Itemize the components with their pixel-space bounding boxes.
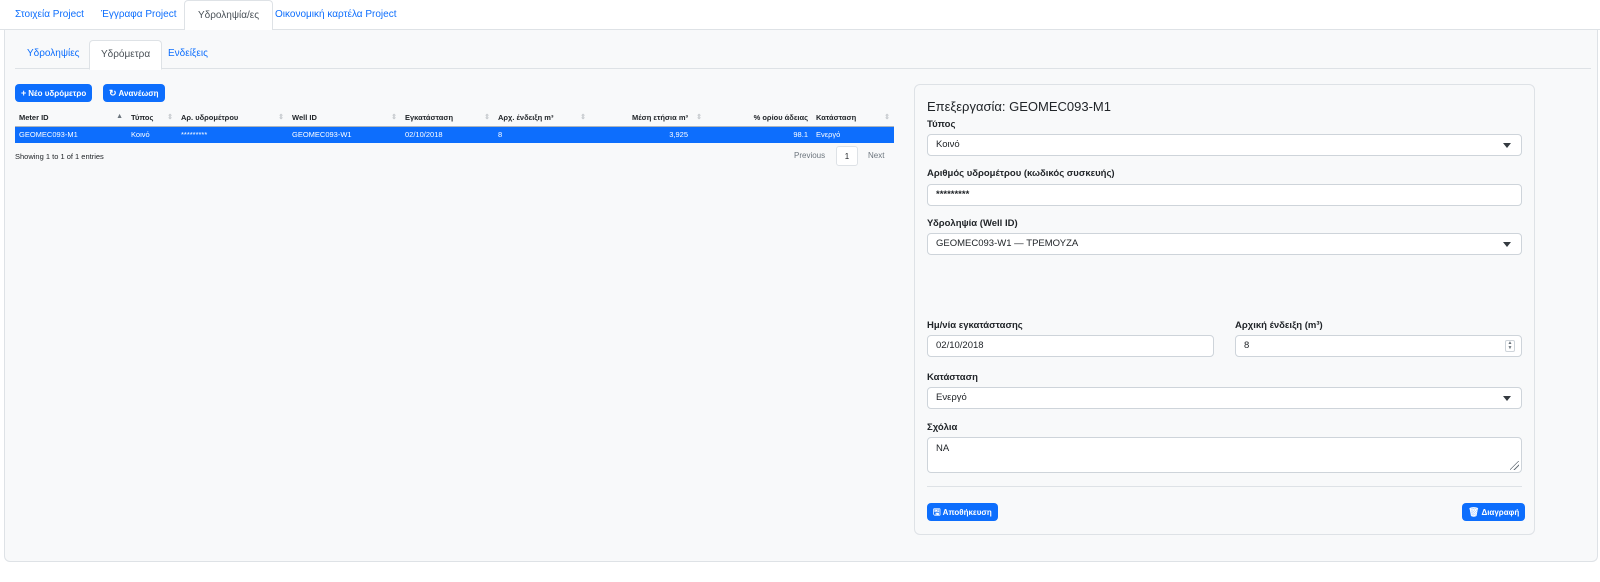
comments-label: Σχόλια [927, 422, 958, 433]
col-annual-average[interactable]: Μέση ετήσια m³ ⇕ [590, 110, 706, 127]
chevron-down-icon [1503, 396, 1511, 401]
meter-number-label: Αριθμός υδρομέτρου (κωδικός συσκευής) [927, 168, 1115, 179]
sub-tabs: Υδροληψίες Υδρόμετρα Ενδείξεις [15, 40, 1591, 70]
tab-water-intakes[interactable]: Υδροληψία/ες [184, 0, 274, 31]
divider [927, 486, 1522, 487]
sort-icon: ⇕ [167, 114, 173, 121]
col-installation[interactable]: Εγκατάσταση ⇕ [401, 110, 494, 127]
sort-icon: ⇕ [484, 114, 490, 121]
sort-icon: ⇕ [696, 114, 702, 121]
type-select[interactable]: Κοινό [927, 134, 1522, 156]
cell-meter-number: ********* [177, 126, 288, 143]
meters-table: Meter ID ▲ Τύπος ⇕ Αρ. υδρομέτρου ⇕ Well ID… [15, 110, 894, 143]
col-status[interactable]: Κατάσταση ⇕ [812, 110, 894, 127]
comments-textarea[interactable]: NA [927, 437, 1522, 473]
tab-financial-card[interactable]: Οικονομική καρτέλα Project [262, 0, 409, 30]
next-button[interactable]: Next [868, 146, 884, 166]
resize-handle-icon[interactable] [1510, 461, 1519, 470]
status-label: Κατάσταση [927, 372, 978, 383]
cell-permit-limit: 98.1 [706, 126, 812, 143]
type-label: Τύπος [927, 119, 956, 130]
project-tabs: Στοιχεία Project Έγγραφα Project Υδροληψ… [0, 0, 1600, 31]
install-date-input[interactable]: 02/10/2018 [927, 335, 1214, 357]
col-meter-id[interactable]: Meter ID ▲ [15, 110, 127, 127]
table-info: Showing 1 to 1 of 1 entries [15, 152, 104, 161]
col-well-id[interactable]: Well ID ⇕ [288, 110, 401, 127]
table-row[interactable]: GEOMEC093-M1 Κοινό ********* GEOMEC093-W… [15, 126, 894, 143]
initial-reading-input[interactable]: 8 ▲ ▼ [1235, 335, 1522, 357]
sort-icon: ⇕ [278, 114, 284, 121]
meter-number-input[interactable]: ********* [927, 184, 1522, 206]
sort-icon: ⇕ [884, 114, 890, 121]
cell-initial-reading: 8 [494, 126, 590, 143]
sort-asc-icon: ▲ [116, 113, 123, 120]
cell-type: Κοινό [127, 126, 177, 143]
new-meter-button[interactable]: + Νέο υδρόμετρο [15, 84, 93, 102]
subtab-meters[interactable]: Υδρόμετρα [89, 40, 163, 70]
table-header-row: Meter ID ▲ Τύπος ⇕ Αρ. υδρομέτρου ⇕ Well ID… [15, 110, 894, 127]
cell-meter-id: GEOMEC093-M1 [15, 126, 127, 143]
col-meter-number[interactable]: Αρ. υδρομέτρου ⇕ [177, 110, 288, 127]
well-select[interactable]: GEOMEC093-W1 — ΤΡΕΜΟΥΖΑ [927, 233, 1522, 255]
edit-title: Επεξεργασία: GEOMEC093-M1 [927, 99, 1111, 114]
status-select[interactable]: Ενεργό [927, 387, 1522, 409]
subtab-readings[interactable]: Ενδείξεις [157, 40, 219, 69]
trash-icon: 🗑 [1468, 507, 1480, 517]
well-label: Υδροληψία (Well ID) [927, 218, 1018, 229]
save-icon: 🖫 [933, 507, 941, 517]
cell-annual-average: 3,925 [590, 126, 706, 143]
chevron-down-icon [1503, 242, 1511, 247]
previous-button[interactable]: Previous [794, 146, 825, 166]
refresh-button[interactable]: ↻ Ανανέωση [103, 84, 165, 102]
tab-project-documents[interactable]: Έγγραφα Project [88, 0, 189, 30]
col-initial-reading[interactable]: Αρχ. ένδειξη m³ ⇕ [494, 110, 590, 127]
save-button[interactable]: 🖫 Αποθήκευση [927, 503, 998, 521]
col-permit-limit[interactable]: % ορίου άδειας [706, 110, 812, 127]
tab-project-details[interactable]: Στοιχεία Project [2, 0, 97, 30]
page-1-button[interactable]: 1 [836, 146, 858, 166]
delete-button[interactable]: 🗑 Διαγραφή [1462, 503, 1526, 521]
sort-icon: ⇕ [391, 114, 397, 121]
col-type[interactable]: Τύπος ⇕ [127, 110, 177, 127]
cell-well-id: GEOMEC093-W1 [288, 126, 401, 143]
cell-installation: 02/10/2018 [401, 126, 494, 143]
sort-icon: ⇕ [580, 114, 586, 121]
refresh-icon: ↻ [109, 88, 117, 98]
chevron-down-icon [1503, 143, 1511, 148]
install-date-label: Ημ/νία εγκατάστασης [927, 320, 1023, 331]
cell-status: Ενεργό [812, 126, 894, 143]
plus-icon: + [21, 88, 27, 98]
stepper-icon[interactable]: ▲ ▼ [1505, 340, 1515, 352]
initial-reading-label: Αρχική ένδειξη (m³) [1235, 320, 1323, 331]
subtab-intakes[interactable]: Υδροληψίες [16, 40, 91, 69]
